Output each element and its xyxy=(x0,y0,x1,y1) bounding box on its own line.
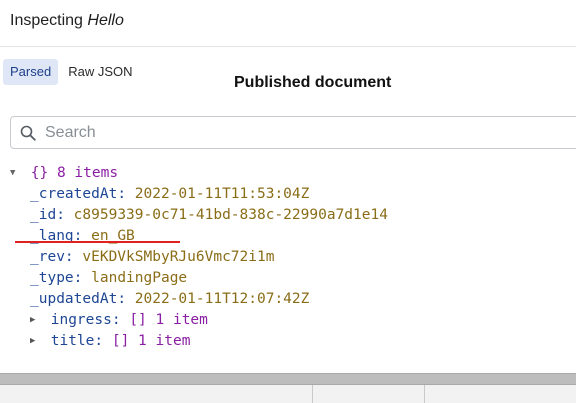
key-colon: : xyxy=(64,249,83,265)
document-name: Hello xyxy=(87,12,124,29)
bottom-divider xyxy=(424,385,425,403)
field-value: c8959339-0c71-41bd-838c-22990a7d1e14 xyxy=(73,207,388,223)
header-divider xyxy=(0,46,576,47)
key-colon: : xyxy=(117,186,135,202)
field-key: ingress xyxy=(50,312,112,328)
field-key: title xyxy=(50,333,95,349)
caret-right-icon[interactable]: ▶ xyxy=(30,331,42,352)
tab-raw-json[interactable]: Raw JSON xyxy=(61,59,139,85)
title-prefix: Inspecting xyxy=(10,12,83,29)
key-colon: : xyxy=(56,207,74,223)
tree-row: _createdAt: 2022-01-11T11:53:04Z xyxy=(30,184,309,205)
field-key: _createdAt xyxy=(30,186,118,202)
tree-row: _updatedAt: 2022-01-11T12:07:42Z xyxy=(30,289,309,310)
bottom-strip xyxy=(0,385,576,403)
tab-parsed[interactable]: Parsed xyxy=(3,59,59,85)
published-document-label: Published document xyxy=(234,74,392,91)
key-colon: : xyxy=(117,291,135,307)
caret-right-icon[interactable]: ▶ xyxy=(30,310,42,331)
bottom-divider xyxy=(312,385,313,403)
key-colon: : xyxy=(73,270,92,286)
field-value: vEKDVkSMbyRJu6Vmc72i1m xyxy=(82,249,275,265)
tree-row: _rev: vEKDVkSMbyRJu6Vmc72i1m xyxy=(30,247,274,268)
object-braces: {} xyxy=(30,165,49,181)
field-value: 2022-01-11T12:07:42Z xyxy=(134,291,310,307)
view-tabs: Parsed Raw JSON xyxy=(3,59,140,85)
field-value: landingPage xyxy=(91,270,188,286)
tree-root-row[interactable]: ▼ {} 8 items xyxy=(10,163,118,184)
inspector-title: Inspecting Hello xyxy=(10,11,124,31)
tree-row: _id: c8959339-0c71-41bd-838c-22990a7d1e1… xyxy=(30,205,388,226)
search-icon xyxy=(20,125,36,141)
search-input[interactable] xyxy=(45,117,545,148)
field-key: _rev xyxy=(30,249,65,265)
field-value: 2022-01-11T11:53:04Z xyxy=(134,186,310,202)
bottom-scrollbar[interactable] xyxy=(0,373,576,385)
tree-row: _lang: en_GB xyxy=(30,226,135,247)
field-key: _updatedAt xyxy=(30,291,118,307)
field-key: _type xyxy=(30,270,74,286)
annotation-underline xyxy=(15,241,180,243)
tree-row: _type: landingPage xyxy=(30,268,187,289)
item-count: 8 items xyxy=(56,165,119,181)
caret-down-icon[interactable]: ▼ xyxy=(10,163,22,184)
search-box xyxy=(10,116,576,149)
field-key: _id xyxy=(30,207,57,223)
key-colon: : xyxy=(94,333,112,349)
key-colon: : xyxy=(111,312,130,328)
tree-row-expandable[interactable]: ▶ ingress: [] 1 item xyxy=(30,310,208,331)
tree-row-expandable[interactable]: ▶ title: [] 1 item xyxy=(30,331,190,352)
field-value: [] 1 item xyxy=(111,333,191,349)
field-value: [] 1 item xyxy=(129,312,208,328)
